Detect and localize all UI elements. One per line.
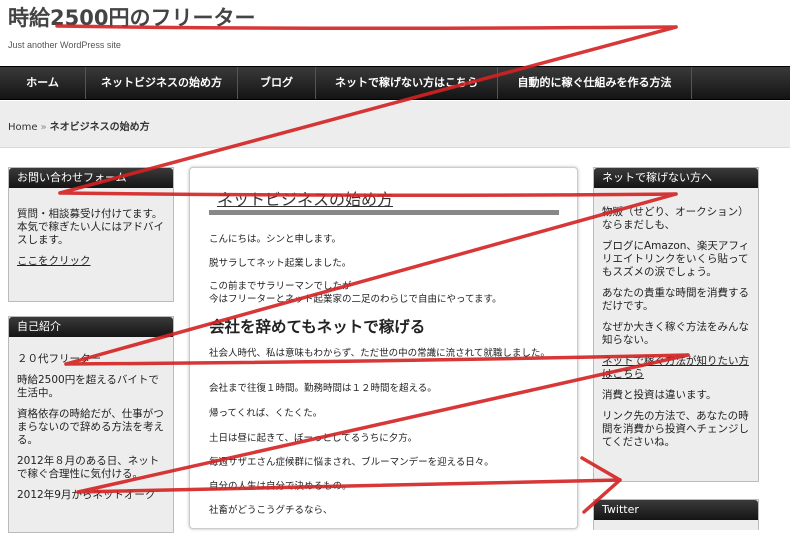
breadcrumb-home-link[interactable]: Home: [8, 122, 38, 133]
post-title[interactable]: ネットビジネスの始め方: [217, 186, 393, 210]
cant-earn-text-5: 消費と投資は違います。: [602, 389, 717, 401]
cant-earn-widget: ネットで稼げない方へ 物販（せどり、オークション）ならまだしも、 ブログにAma…: [593, 167, 759, 482]
main-content: ネットビジネスの始め方 こんにちは。シンと申します。 脱サラしてネット起業しまし…: [189, 167, 578, 529]
profile-widget: 自己紹介 ２０代フリーター 時給2500円を超えるバイトで生活中。 資格依存の時…: [8, 316, 174, 533]
profile-text-1: ２０代フリーター: [17, 353, 101, 365]
breadcrumb-current: ネオビジネスの始め方: [49, 122, 150, 133]
title-divider: [209, 210, 559, 215]
breadcrumb: Home» ネオビジネスの始め方: [8, 118, 150, 133]
nav-item-how-to-start[interactable]: ネットビジネスの始め方: [86, 67, 238, 99]
body-line-3: この前までサラリーマンでしたが: [209, 281, 352, 292]
cant-earn-text-4: なぜか大きく稼ぐ方法をみんな知らない。: [602, 321, 749, 346]
profile-text-4: 2012年８月のある日、ネットで稼ぐ合理性に気付ける。: [17, 455, 160, 480]
body-line-10: 自分の人生は自分で決めるもの。: [209, 481, 352, 492]
contact-text-2: 本気で稼ぎたい人にはアドバイスします。: [17, 221, 164, 246]
section-heading: 会社を辞めてもネットで稼げる: [209, 318, 426, 336]
profile-text-5: 2012年9月からネットオーク: [17, 489, 156, 501]
cant-earn-text-1: 物販（せどり、オークション）ならまだしも、: [602, 206, 749, 231]
cant-earn-text-3: あなたの貴重な時間を消費するだけです。: [602, 287, 749, 312]
cant-earn-text-6: リンク先の方法で、あなたの時間を消費から投資へチェンジしてくださいね。: [602, 410, 749, 448]
body-line-1: こんにちは。シンと申します。: [209, 234, 342, 245]
cant-earn-text-2: ブログにAmazon、楽天アフィリエイトリンクをいくら貼ってもスズメの涙でしょう…: [602, 240, 750, 278]
cant-earn-link[interactable]: ネットで稼ぐ方法が知りたい方はこちら: [602, 355, 749, 380]
body-line-9: 毎週サザエさん症候群に悩まされ、ブルーマンデーを迎える日々。: [209, 457, 494, 468]
body-line-2: 脱サラしてネット起業しました。: [209, 258, 352, 269]
nav-item-blog[interactable]: ブログ: [238, 67, 316, 99]
twitter-widget: Twitter: [593, 499, 759, 530]
twitter-widget-title: Twitter: [594, 500, 758, 520]
profile-widget-title: 自己紹介: [9, 317, 173, 337]
breadcrumb-separator: »: [40, 122, 47, 133]
breadcrumb-bar: Home» ネオビジネスの始め方: [0, 101, 790, 148]
profile-text-3: 資格依存の時給だが、仕事がつまらないので辞める方法を考える。: [17, 408, 164, 446]
body-line-8: 土日は昼に起きて、ぼーっとしてるうちに夕方。: [209, 433, 418, 444]
profile-text-2: 時給2500円を超えるバイトで生活中。: [17, 374, 159, 399]
nav-item-auto-earn[interactable]: 自動的に稼ぐ仕組みを作る方法: [498, 67, 692, 99]
body-line-6: 会社まで往復１時間。勤務時間は１２時間を超える。: [209, 383, 437, 394]
contact-link[interactable]: ここをクリック: [17, 255, 91, 267]
body-line-11: 社畜がどうこうグチるなら、: [209, 505, 333, 516]
body-line-5: 社会人時代、私は意味もわからず、ただ世の中の常識に流されて就職しました。: [209, 348, 550, 359]
site-tagline: Just another WordPress site: [8, 40, 121, 50]
body-line-7: 帰ってくれば、くたくた。: [209, 408, 323, 419]
main-navigation: ホーム ネットビジネスの始め方 ブログ ネットで稼げない方はこちら 自動的に稼ぐ…: [0, 66, 790, 100]
nav-item-cant-earn[interactable]: ネットで稼げない方はこちら: [316, 67, 498, 99]
contact-widget: お問い合わせフォーム 質問・相談募受け付けてます。 本気で稼ぎたい人にはアドバイ…: [8, 167, 174, 302]
nav-item-home[interactable]: ホーム: [0, 67, 86, 99]
contact-widget-title: お問い合わせフォーム: [9, 168, 173, 188]
body-line-4: 今はフリーターとネット起業家の二足のわらじで自由にやってます。: [209, 294, 502, 305]
contact-text-1: 質問・相談募受け付けてます。: [17, 208, 163, 220]
site-title[interactable]: 時給2500円のフリーター: [8, 2, 255, 32]
cant-earn-widget-title: ネットで稼げない方へ: [594, 168, 758, 188]
